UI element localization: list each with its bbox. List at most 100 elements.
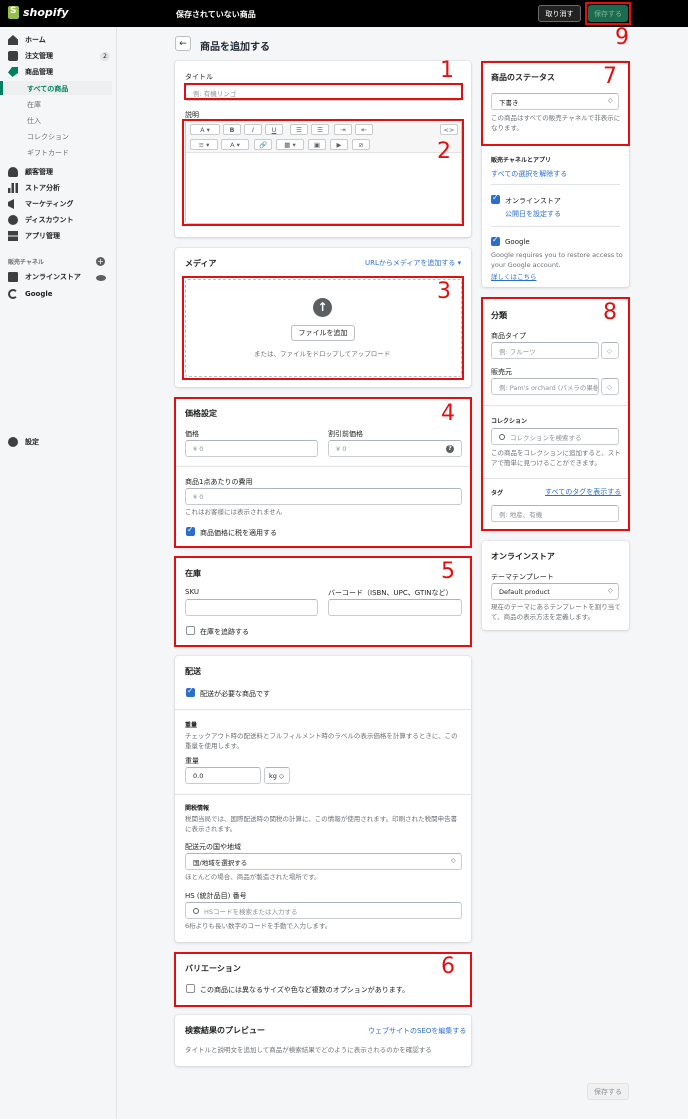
outdent-button[interactable]: ⇤ (355, 124, 373, 135)
divider (175, 794, 471, 795)
deselect-all-link[interactable]: すべての選択を解除する (491, 169, 567, 179)
sidebar-label: ストア分析 (25, 184, 60, 192)
sidebar-sub-transfers[interactable]: 仕入 (27, 116, 41, 126)
sidebar-item-home[interactable]: ホーム (8, 35, 46, 45)
sidebar-item-discounts[interactable]: ディスカウント (8, 215, 74, 225)
hs-label: HS (統計品目) 番号 (185, 892, 247, 900)
sidebar-sub-all-products[interactable]: すべての商品 (27, 84, 68, 94)
product-type-dropdown[interactable]: ◇ (601, 342, 619, 359)
video-icon[interactable]: ▶ (330, 139, 348, 150)
add-media-from-url-link[interactable]: URLからメディアを追加する ▾ (365, 258, 461, 268)
collections-search-input[interactable]: コレクションを検索する (491, 428, 619, 445)
underline-button[interactable]: U (265, 124, 283, 135)
discard-button[interactable]: 取り消す (538, 5, 581, 22)
track-inventory-checkbox[interactable] (186, 626, 195, 635)
select-arrows-icon: ◇ (608, 97, 613, 104)
vendor-dropdown[interactable]: ◇ (601, 378, 619, 395)
sidebar-label: ディスカウント (25, 216, 74, 224)
google-checkbox[interactable] (491, 235, 500, 246)
html-source-button[interactable]: <> (440, 124, 458, 135)
status-help: この商品はすべての販売チャネルで非表示になります。 (491, 114, 621, 132)
bold-button[interactable]: B (223, 124, 241, 135)
select-arrows-icon: ◇ (451, 857, 456, 864)
annotation-number-1: 1 (440, 58, 454, 83)
online-store-checkbox[interactable] (491, 193, 500, 204)
hs-input[interactable]: HSコードを検索または入力する (185, 902, 462, 919)
inventory-card: 在庫 SKU バーコード（ISBN、UPC、GTINなど） 在庫を追跡する (175, 558, 471, 646)
link-icon[interactable]: 🔗 (254, 139, 272, 150)
compare-price-label: 割引前価格 (328, 430, 363, 438)
tax-checkbox[interactable] (186, 525, 195, 536)
italic-button[interactable]: I (244, 124, 262, 135)
annotation-number-2: 2 (437, 139, 451, 164)
sidebar-sub-inventory[interactable]: 在庫 (27, 100, 41, 110)
product-type-input[interactable]: 例: フルーツ (491, 342, 599, 359)
weight-unit-select[interactable]: kg ◇ (264, 767, 290, 784)
tax-label: 商品価格に税を適用する (200, 529, 277, 537)
sidebar-item-analytics[interactable]: ストア分析 (8, 183, 60, 193)
sidebar-label: オンラインストア (25, 273, 81, 281)
physical-product-checkbox[interactable] (186, 686, 195, 697)
sku-input[interactable] (185, 599, 318, 616)
learn-more-link[interactable]: 詳しくはこちら (491, 271, 537, 281)
clear-format-icon[interactable]: ⊘ (352, 139, 370, 150)
tags-input[interactable]: 例: 地産、有機 (491, 505, 619, 522)
top-bar: shopify 保存されていない商品 取り消す 保存する (0, 0, 688, 27)
cost-input[interactable]: ¥ 0 (185, 488, 462, 505)
sidebar-label: アプリ管理 (25, 232, 60, 240)
vendor-label: 販売元 (491, 368, 512, 376)
table-button[interactable]: ▦ ▾ (276, 139, 304, 150)
sidebar-label: 設定 (25, 438, 39, 446)
sidebar-item-orders[interactable]: 注文管理 (8, 51, 53, 61)
annotation-number-7: 7 (603, 64, 617, 89)
save-button-bottom[interactable]: 保存する (587, 1083, 629, 1100)
help-question-icon[interactable]: ? (446, 445, 454, 453)
cost-label: 商品1点あたりの費用 (185, 478, 253, 486)
sidebar-label: 顧客管理 (25, 168, 53, 176)
edit-seo-link[interactable]: ウェブサイトのSEOを編集する (368, 1026, 466, 1036)
shopify-logo[interactable]: shopify (8, 6, 69, 19)
description-label: 説明 (185, 111, 199, 119)
sidebar-item-google[interactable]: Google (8, 289, 53, 299)
compare-price-input[interactable]: ¥ 0 (328, 440, 462, 457)
price-input[interactable]: ¥ 0 (185, 440, 318, 457)
select-arrows-icon: ◇ (608, 587, 613, 594)
sidebar-item-online-store[interactable]: オンラインストア (8, 272, 81, 282)
align-button[interactable]: ≡ ▾ (190, 139, 218, 150)
media-card: メディア URLからメディアを追加する ▾ ファイルを追加 または、ファイルをド… (175, 248, 471, 387)
sidebar-item-marketing[interactable]: マーケティング (8, 199, 73, 209)
country-select[interactable]: 国/地域を選択する (185, 853, 462, 870)
set-publish-date-link[interactable]: 公開日を設定する (505, 209, 561, 219)
add-channel-plus-icon[interactable]: + (96, 257, 105, 266)
back-button[interactable]: ← (175, 36, 191, 51)
variants-checkbox[interactable] (186, 984, 195, 993)
vendor-input[interactable]: 例: Pam's orchard (パメラの果樹 (491, 378, 599, 395)
title-input[interactable]: 例: 有機リンゴ (185, 84, 462, 101)
product-type-label: 商品タイプ (491, 332, 526, 340)
theme-template-select[interactable]: Default product (491, 583, 619, 600)
sidebar-sub-gift-cards[interactable]: ギフトカード (27, 148, 69, 158)
bullet-list-button[interactable]: ☰ (290, 124, 308, 135)
sidebar-item-apps[interactable]: アプリ管理 (8, 231, 60, 241)
status-select[interactable]: 下書き (491, 93, 619, 110)
weight-input[interactable]: 0.0 (185, 767, 261, 784)
customs-heading: 関税情報 (185, 805, 210, 812)
indent-button[interactable]: ⇥ (334, 124, 352, 135)
sidebar-item-products[interactable]: 商品管理 (8, 67, 53, 77)
theme-template-label: テーマテンプレート (491, 573, 554, 581)
text-color-button[interactable]: A ▾ (221, 139, 249, 150)
font-style-button[interactable]: A ▾ (190, 124, 220, 135)
numbered-list-button[interactable]: ☰ (311, 124, 329, 135)
eye-icon[interactable] (96, 275, 106, 281)
barcode-input[interactable] (328, 599, 462, 616)
save-button-top[interactable]: 保存する (588, 5, 628, 22)
sidebar-item-settings[interactable]: 設定 (8, 437, 39, 447)
sidebar-sub-collections[interactable]: コレクション (27, 132, 69, 142)
description-editor[interactable]: A ▾ B I U ☰ ☰ ⇥ ⇤ <> ≡ ▾ A ▾ 🔗 ▦ ▾ ▣ ▶ ⊘ (185, 120, 462, 224)
sidebar-item-customers[interactable]: 顧客管理 (8, 167, 53, 177)
online-store-card: オンラインストア テーマテンプレート Default product ◇ 現在の… (482, 541, 629, 630)
image-icon[interactable]: ▣ (308, 139, 326, 150)
view-all-tags-link[interactable]: すべてのタグを表示する (545, 487, 621, 497)
add-file-button[interactable]: ファイルを追加 (291, 325, 355, 341)
discount-icon (8, 215, 18, 225)
